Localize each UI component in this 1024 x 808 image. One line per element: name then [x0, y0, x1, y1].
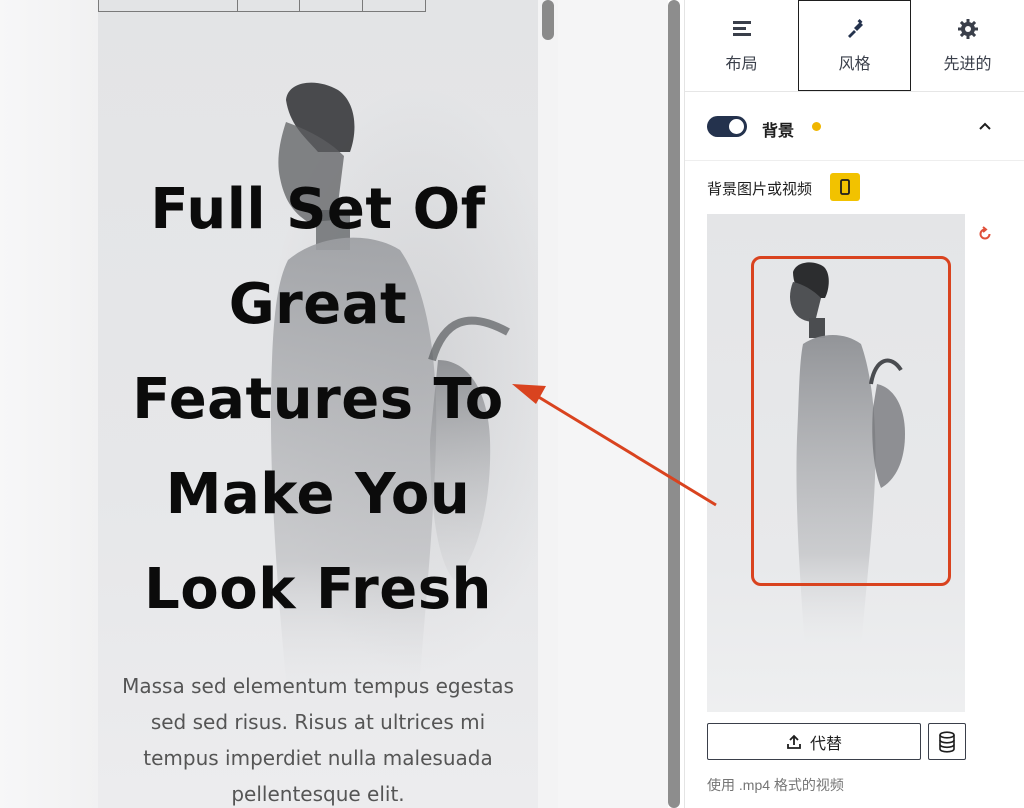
editor-canvas: Full Set Of Great Features To Make You L…: [0, 0, 668, 808]
section-title: 背景: [762, 123, 795, 140]
body-line: sed sed risus. Risus at ultrices mi: [150, 710, 486, 734]
tab-style[interactable]: 风格: [798, 0, 911, 91]
replace-button-label: 代替: [809, 735, 842, 753]
phone-icon: [840, 179, 850, 195]
database-icon: [939, 730, 955, 753]
panel-resize-handle[interactable]: [668, 0, 680, 808]
headline-line: Full Set Of: [150, 177, 486, 242]
preview-top-table: [98, 0, 426, 12]
mobile-preview[interactable]: Full Set Of Great Features To Make You L…: [98, 0, 538, 808]
canvas-gutter: [558, 0, 668, 808]
media-thumbnail[interactable]: [707, 214, 965, 712]
hero-body-text[interactable]: Massa sed elementum tempus egestas sed s…: [116, 668, 520, 808]
table-cell: [363, 0, 425, 11]
tab-layout[interactable]: 布局: [685, 0, 798, 91]
chevron-up-icon[interactable]: [977, 118, 993, 134]
reset-icon[interactable]: [977, 226, 993, 242]
background-toggle[interactable]: [707, 116, 747, 137]
layout-icon: [732, 20, 751, 36]
media-library-button[interactable]: [928, 723, 966, 760]
media-field-label: 背景图片或视频: [707, 181, 813, 198]
mobile-device-icon[interactable]: [830, 173, 860, 201]
replace-media-button[interactable]: 代替: [707, 723, 921, 760]
tab-label: 风格: [838, 55, 871, 73]
highlight-annotation-box: [751, 256, 951, 586]
toggle-knob: [729, 119, 744, 134]
tab-advanced[interactable]: 先进的: [911, 0, 1024, 91]
headline-line: Make You: [165, 462, 471, 527]
background-section-header[interactable]: 背景: [685, 92, 1024, 161]
table-cell: [238, 0, 301, 11]
headline-line: Look Fresh: [144, 557, 492, 622]
gear-icon: [957, 18, 978, 39]
tab-label: 布局: [725, 55, 758, 73]
media-help-text: 使用 .mp4 格式的视频: [707, 777, 844, 793]
modified-indicator: [812, 122, 821, 131]
body-line: tempus imperdiet nulla malesuada: [143, 746, 493, 770]
brush-icon: [847, 18, 863, 38]
body-line: pellentesque elit.: [231, 782, 405, 806]
tab-label: 先进的: [943, 55, 992, 73]
preview-scrollbar[interactable]: [542, 0, 554, 40]
settings-panel: 布局 风格 先进的 背景 背景图片或视频 代替 使用 .mp4 格式的视频: [684, 0, 1024, 808]
hero-headline[interactable]: Full Set Of Great Features To Make You L…: [98, 162, 538, 637]
upload-icon: [787, 734, 801, 749]
headline-line: Great: [228, 272, 408, 337]
table-cell: [99, 0, 238, 11]
panel-tabs: 布局 风格 先进的: [685, 0, 1024, 92]
canvas-margin: [0, 0, 98, 808]
body-line: Massa sed elementum tempus egestas: [122, 674, 514, 698]
table-cell: [300, 0, 364, 11]
headline-line: Features To: [132, 367, 504, 432]
